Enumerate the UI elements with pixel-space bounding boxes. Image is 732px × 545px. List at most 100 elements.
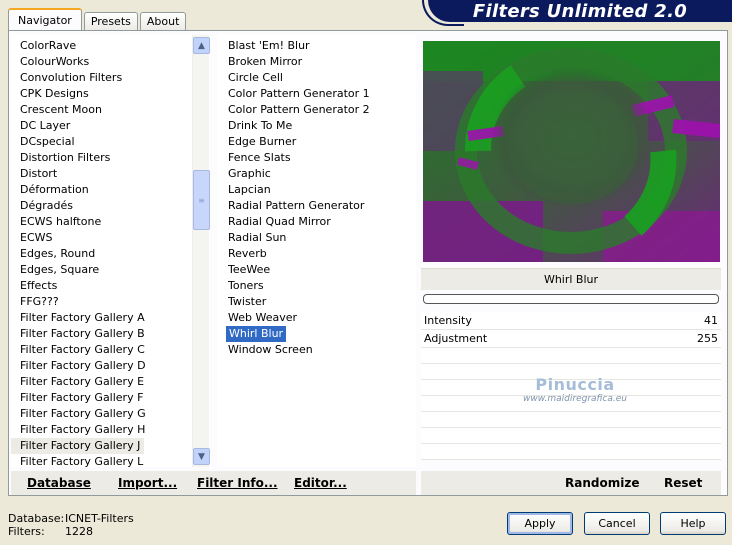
import-button[interactable]: Import... <box>118 476 177 490</box>
randomize-button[interactable]: Randomize <box>565 476 639 490</box>
category-label: Convolution Filters <box>20 71 123 84</box>
category-label: Filter Factory Gallery F <box>20 391 144 404</box>
filter-item[interactable]: Toners <box>217 278 416 294</box>
filter-label: Twister <box>228 295 267 308</box>
filter-item[interactable]: Twister <box>217 294 416 310</box>
category-label: ECWS halftone <box>20 215 102 228</box>
category-item[interactable]: DC Layer <box>11 118 210 134</box>
filter-item[interactable]: Color Pattern Generator 1 <box>217 86 416 102</box>
database-button[interactable]: Database <box>27 476 91 490</box>
filter-label: Edge Burner <box>228 135 297 148</box>
filter-label: Blast 'Em! Blur <box>228 39 310 52</box>
param-value: 41 <box>704 314 718 327</box>
category-item[interactable]: Dégradés <box>11 198 210 214</box>
filter-item[interactable]: Whirl Blur <box>217 326 416 342</box>
tab-presets[interactable]: Presets <box>83 12 138 30</box>
category-item[interactable]: Filter Factory Gallery G <box>11 406 210 422</box>
app-banner: Filters Unlimited 2.0 <box>422 0 732 26</box>
tab-navigator[interactable]: Navigator <box>8 8 82 30</box>
filter-label: Color Pattern Generator 2 <box>228 103 370 116</box>
selected-filter-title: Whirl Blur <box>421 268 721 290</box>
category-item[interactable]: ColourWorks <box>11 54 210 70</box>
empty-param-row <box>421 428 721 444</box>
filter-label: Lapcian <box>228 183 271 196</box>
filter-item[interactable]: Graphic <box>217 166 416 182</box>
filters-count-value: 1228 <box>65 525 93 538</box>
category-item[interactable]: CPK Designs <box>11 86 210 102</box>
filter-label: TeeWee <box>228 263 271 276</box>
category-item[interactable]: Edges, Round <box>11 246 210 262</box>
filter-item[interactable]: Fence Slats <box>217 150 416 166</box>
category-item[interactable]: Filter Factory Gallery E <box>11 374 210 390</box>
param-intensity-slider[interactable]: Intensity 41 <box>421 312 721 330</box>
filter-item[interactable]: Radial Sun <box>217 230 416 246</box>
category-item[interactable]: ColorRave <box>11 38 210 54</box>
category-item[interactable]: Filter Factory Gallery A <box>11 310 210 326</box>
category-item[interactable]: Crescent Moon <box>11 102 210 118</box>
filter-list[interactable]: Blast 'Em! Blur Broken Mirror Circle Cell C… <box>217 35 416 467</box>
category-item[interactable]: Filter Factory Gallery H <box>11 422 210 438</box>
apply-button[interactable]: Apply <box>507 512 573 535</box>
filter-label: Radial Sun <box>228 231 287 244</box>
filter-label: Drink To Me <box>228 119 293 132</box>
filter-item[interactable]: Lapcian <box>217 182 416 198</box>
category-label: Filter Factory Gallery E <box>20 375 145 388</box>
category-item[interactable]: Filter Factory Gallery L <box>11 454 210 467</box>
filter-item[interactable]: Edge Burner <box>217 134 416 150</box>
filter-item[interactable]: Circle Cell <box>217 70 416 86</box>
reset-button[interactable]: Reset <box>664 476 702 490</box>
tab-about[interactable]: About <box>139 12 187 30</box>
category-item[interactable]: ECWS <box>11 230 210 246</box>
category-label: Filter Factory Gallery J <box>11 438 145 454</box>
category-item[interactable]: Filter Factory Gallery C <box>11 342 210 358</box>
database-label: Database: <box>8 512 65 525</box>
category-item[interactable]: ECWS halftone <box>11 214 210 230</box>
filter-item[interactable]: Color Pattern Generator 2 <box>217 102 416 118</box>
filter-item[interactable]: Web Weaver <box>217 310 416 326</box>
category-item[interactable]: Convolution Filters <box>11 70 210 86</box>
category-item[interactable]: FFG??? <box>11 294 210 310</box>
category-item[interactable]: Edges, Square <box>11 262 210 278</box>
filter-label: Circle Cell <box>228 71 283 84</box>
category-item[interactable]: Distort <box>11 166 210 182</box>
empty-param-row <box>421 412 721 428</box>
cancel-button[interactable]: Cancel <box>584 512 650 535</box>
scroll-up-button[interactable]: ▲ <box>193 37 210 54</box>
category-item[interactable]: Filter Factory Gallery B <box>11 326 210 342</box>
editor-button[interactable]: Editor... <box>294 476 347 490</box>
filter-item[interactable]: Drink To Me <box>217 118 416 134</box>
help-button[interactable]: Help <box>660 512 726 535</box>
empty-param-row <box>421 444 721 460</box>
category-label: Filter Factory Gallery A <box>20 311 145 324</box>
scroll-down-button[interactable]: ▼ <box>193 448 210 465</box>
filter-item[interactable]: Broken Mirror <box>217 54 416 70</box>
filter-info-button[interactable]: Filter Info... <box>197 476 278 490</box>
category-item[interactable]: Filter Factory Gallery D <box>11 358 210 374</box>
filter-item[interactable]: Radial Quad Mirror <box>217 214 416 230</box>
category-item[interactable]: Filter Factory Gallery F <box>11 390 210 406</box>
filter-label: Web Weaver <box>228 311 298 324</box>
filter-item[interactable]: TeeWee <box>217 262 416 278</box>
scroll-thumb[interactable]: ≡ <box>193 170 210 230</box>
param-adjustment-slider[interactable]: Adjustment 255 <box>421 330 721 348</box>
category-label: Filter Factory Gallery C <box>20 343 145 356</box>
filter-item[interactable]: Radial Pattern Generator <box>217 198 416 214</box>
filter-item[interactable]: Reverb <box>217 246 416 262</box>
filter-item[interactable]: Blast 'Em! Blur <box>217 38 416 54</box>
category-label: Effects <box>20 279 58 292</box>
tab-bar: Navigator Presets About <box>8 8 188 30</box>
category-item[interactable]: Distortion Filters <box>11 150 210 166</box>
category-scrollbar[interactable]: ▲ ≡ ▼ <box>192 35 210 467</box>
category-label: CPK Designs <box>20 87 89 100</box>
database-value: ICNET-Filters <box>65 512 134 525</box>
category-item[interactable]: DCspecial <box>11 134 210 150</box>
category-item[interactable]: Déformation <box>11 182 210 198</box>
filter-item[interactable]: Window Screen <box>217 342 416 358</box>
filter-label: Fence Slats <box>228 151 291 164</box>
watermark-url: www.maidiregrafica.eu <box>523 394 627 404</box>
category-list[interactable]: ColorRave ColourWorks Convolution Filters C… <box>11 35 210 467</box>
category-label: Filter Factory Gallery D <box>20 359 146 372</box>
category-item[interactable]: Effects <box>11 278 210 294</box>
database-info: Database:ICNET-Filters Filters: 1228 <box>8 512 134 538</box>
category-item[interactable]: Filter Factory Gallery J <box>11 438 210 454</box>
